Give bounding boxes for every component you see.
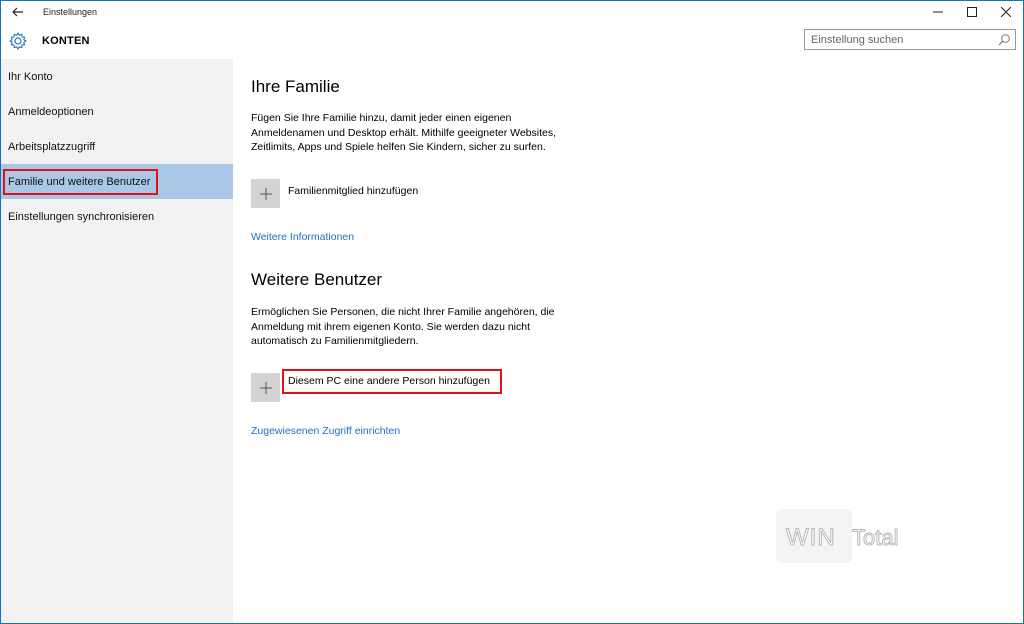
title-bar: Einstellungen [1, 1, 1023, 23]
plus-icon [259, 381, 272, 394]
minimize-icon [933, 11, 943, 13]
sidebar-item-label: Einstellungen synchronisieren [8, 210, 155, 223]
gear-icon [9, 32, 27, 50]
wintotal-watermark: WIN Total [776, 509, 899, 563]
family-heading: Ihre Familie [251, 77, 340, 96]
settings-header: KONTEN [1, 23, 1023, 59]
sidebar-item-label: Arbeitsplatzzugriff [8, 140, 96, 153]
sidebar-item-label: Familie und weitere Benutzer [8, 175, 151, 188]
add-family-member-row[interactable]: Familienmitglied hinzufügen [251, 179, 418, 208]
other-users-heading: Weitere Benutzer [251, 270, 383, 289]
close-icon [1001, 7, 1011, 17]
add-family-member-label: Familienmitglied hinzufügen [288, 185, 419, 197]
search-box[interactable] [804, 29, 1016, 50]
family-description: Fügen Sie Ihre Familie hinzu, damit jede… [251, 112, 557, 153]
minimize-button[interactable] [921, 1, 955, 23]
sidebar-item-anmeldeoptionen[interactable]: Anmeldeoptionen [1, 94, 233, 129]
settings-window: Einstellungen KONTEN Einstellung suchen … [0, 0, 1024, 624]
sidebar-item-label: Anmeldeoptionen [8, 105, 94, 118]
maximize-button[interactable] [955, 1, 989, 23]
search-input[interactable] [811, 33, 991, 46]
back-arrow-icon [12, 7, 23, 17]
sidebar-item-label: Ihr Konto [8, 70, 53, 83]
back-button[interactable] [1, 1, 35, 23]
more-info-link[interactable]: Weitere Informationen [251, 231, 354, 243]
sidebar-item-arbeitsplatzzugriff[interactable]: Arbeitsplatzzugriff [1, 129, 233, 164]
sidebar-item-ihr-konto[interactable]: Ihr Konto [1, 59, 233, 94]
assigned-access-link[interactable]: Zugewiesenen Zugriff einrichten [251, 425, 400, 437]
sidebar-item-synchronisieren[interactable]: Einstellungen synchronisieren [1, 199, 233, 234]
svg-text:WIN: WIN [786, 524, 836, 551]
add-family-member-button[interactable] [251, 179, 280, 208]
add-other-person-button[interactable] [251, 373, 280, 402]
close-button[interactable] [989, 1, 1023, 23]
window-controls [921, 1, 1023, 23]
add-other-person-label: Diesem PC eine andere Person hinzufügen [288, 375, 490, 387]
plus-icon [259, 187, 272, 200]
section-title: KONTEN [42, 35, 90, 47]
svg-text:Total: Total [852, 525, 898, 550]
add-other-person-row[interactable]: Diesem PC eine andere Person hinzufügen [251, 369, 502, 402]
window-title: Einstellungen [43, 7, 98, 17]
sidebar: Ihr Konto Anmeldeoptionen Arbeitsplatzzu… [1, 59, 233, 623]
maximize-icon [967, 7, 977, 17]
other-users-description: Ermöglichen Sie Personen, die nicht Ihre… [251, 306, 555, 347]
search-icon[interactable] [997, 33, 1011, 47]
sidebar-item-familie[interactable]: Familie und weitere Benutzer [1, 164, 233, 199]
